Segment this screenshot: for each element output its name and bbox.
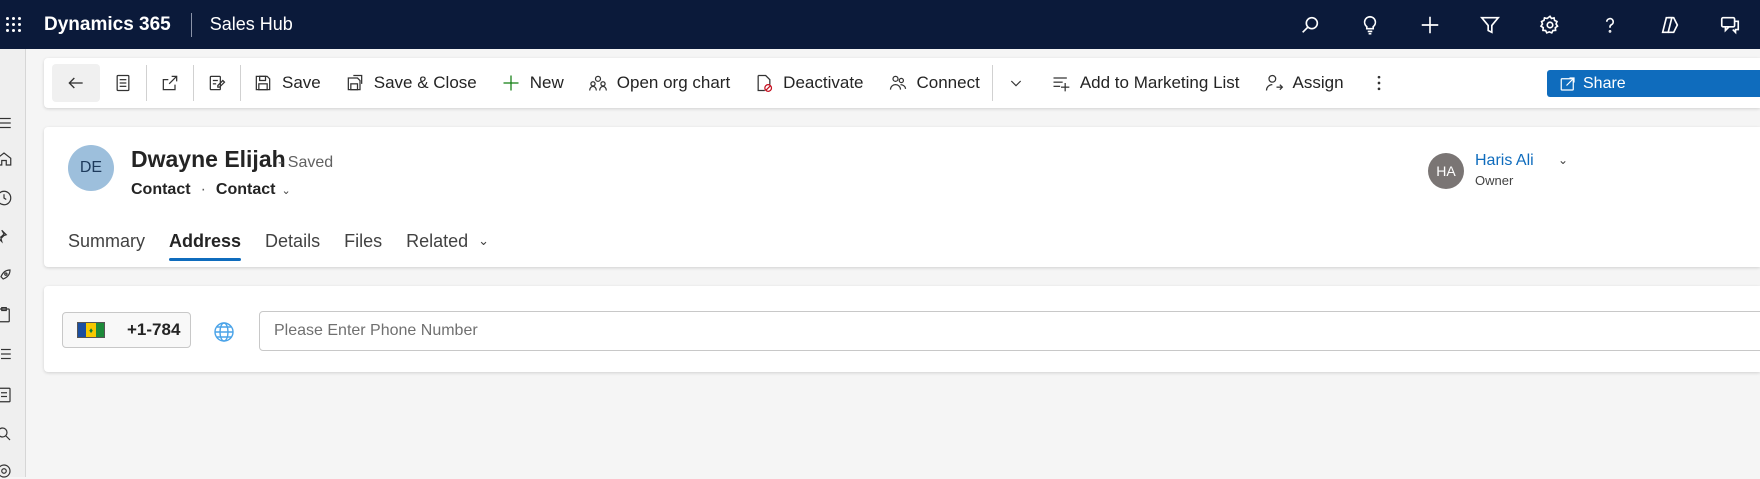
document-icon[interactable] (0, 387, 14, 403)
top-actions (1280, 0, 1760, 49)
rocket-icon[interactable] (0, 268, 14, 284)
home-icon[interactable] (0, 151, 14, 167)
top-navigation-bar: Dynamics 365 Sales Hub (0, 0, 1760, 49)
plus-icon (503, 75, 519, 91)
chevron-down-icon: ⌄ (478, 233, 490, 248)
tab-related[interactable]: Related ⌄ (394, 221, 501, 261)
open-org-chart-button[interactable]: Open org chart (576, 64, 742, 102)
command-bar: Save Save & Close New Open org chart Dea… (44, 58, 1760, 108)
add-list-icon (1053, 77, 1070, 92)
owner-label: Owner (1475, 173, 1514, 188)
chevron-down-icon (1010, 80, 1021, 87)
document-icon (116, 74, 130, 92)
phone-section: ♦ +1-784 (44, 286, 1760, 372)
copilot-icon[interactable] (1640, 0, 1700, 49)
country-code-selector[interactable]: ♦ +1-784 (62, 312, 191, 348)
help-icon[interactable] (1580, 0, 1640, 49)
form-selector[interactable]: Contact (216, 181, 276, 199)
arrow-left-icon (68, 77, 83, 89)
deactivate-label: Deactivate (783, 73, 864, 92)
chat-icon[interactable] (1700, 0, 1760, 49)
connect-label: Connect (916, 73, 980, 92)
share-label: Share (1583, 74, 1626, 92)
phone-number-input[interactable] (259, 311, 1760, 351)
tab-files[interactable]: Files (332, 221, 394, 261)
more-vertical-icon (1377, 75, 1380, 91)
form-tabs: Summary Address Details Files Related ⌄ (56, 221, 501, 263)
process-button[interactable] (194, 64, 240, 102)
form-view-button[interactable] (100, 64, 146, 102)
lightbulb-icon[interactable] (1340, 0, 1400, 49)
deactivate-button[interactable]: Deactivate (742, 64, 875, 102)
entity-form-selector: Contact · Contact ⌄ (131, 181, 291, 199)
open-org-chart-label: Open org chart (616, 73, 731, 92)
save-and-close-label: Save & Close (373, 73, 477, 92)
connect-dropdown-button[interactable] (993, 64, 1039, 102)
tab-label: Address (169, 230, 242, 251)
new-label: New (529, 73, 564, 92)
share-button[interactable]: Share (1547, 70, 1760, 97)
tab-label: Related (406, 230, 469, 251)
search-icon[interactable] (0, 426, 14, 442)
owner-link[interactable]: Haris Ali (1475, 152, 1534, 170)
deactivate-icon (757, 74, 773, 92)
edit-document-icon (209, 75, 226, 91)
assign-button[interactable]: Assign (1252, 64, 1356, 102)
add-to-marketing-list-label: Add to Marketing List (1079, 73, 1240, 92)
app-name[interactable]: Sales Hub (192, 14, 293, 35)
tab-summary[interactable]: Summary (56, 221, 157, 261)
avatar: DE (68, 145, 114, 191)
open-in-new-window-button[interactable] (147, 64, 193, 102)
save-close-icon (347, 74, 363, 91)
list-icon[interactable] (0, 346, 14, 362)
add-to-marketing-list-button[interactable]: Add to Marketing List (1039, 64, 1252, 102)
expand-header-icon[interactable]: ⌄ (1558, 153, 1568, 167)
brand-title[interactable]: Dynamics 365 (40, 12, 192, 37)
owner-avatar: HA (1428, 153, 1464, 189)
new-button[interactable]: New (489, 64, 576, 102)
flag-icon: ♦ (77, 322, 105, 338)
tab-label: Details (265, 230, 321, 251)
back-button[interactable] (52, 64, 100, 102)
chevron-down-icon[interactable]: ⌄ (281, 184, 290, 197)
save-button[interactable]: Save (241, 64, 333, 102)
save-label: Save (282, 73, 321, 92)
tab-label: Summary (68, 230, 146, 251)
assign-icon (1265, 74, 1283, 91)
connect-button[interactable]: Connect (876, 64, 992, 102)
app-launcher-icon[interactable] (0, 0, 40, 49)
settings-icon[interactable] (1520, 0, 1580, 49)
clipboard-icon[interactable] (0, 307, 14, 323)
search-icon[interactable] (1280, 0, 1340, 49)
entity-name: Contact (131, 181, 191, 198)
filter-icon[interactable] (1460, 0, 1520, 49)
record-name: Dwayne Elijah (131, 146, 286, 172)
people-icon (588, 75, 607, 91)
connect-icon (889, 75, 906, 90)
tab-details[interactable]: Details (253, 221, 332, 261)
recent-icon[interactable] (0, 190, 14, 206)
left-navigation-rail (0, 49, 26, 478)
menu-icon[interactable] (0, 115, 14, 131)
tab-label: Files (344, 230, 383, 251)
save-status: - Saved (278, 154, 334, 171)
save-and-close-button[interactable]: Save & Close (333, 64, 489, 102)
save-icon (255, 75, 271, 91)
more-commands-button[interactable] (1356, 64, 1402, 102)
plus-icon[interactable] (1400, 0, 1460, 49)
globe-icon[interactable] (212, 320, 236, 344)
record-header: DE Dwayne Elijah - Saved Contact · Conta… (44, 127, 1760, 267)
separator-dot: · (200, 181, 206, 198)
assign-label: Assign (1292, 73, 1344, 92)
pin-icon[interactable] (0, 229, 14, 245)
dial-code: +1-784 (127, 320, 181, 339)
tab-address[interactable]: Address (157, 221, 253, 261)
share-icon (1560, 76, 1575, 91)
pop-out-icon (162, 75, 178, 91)
